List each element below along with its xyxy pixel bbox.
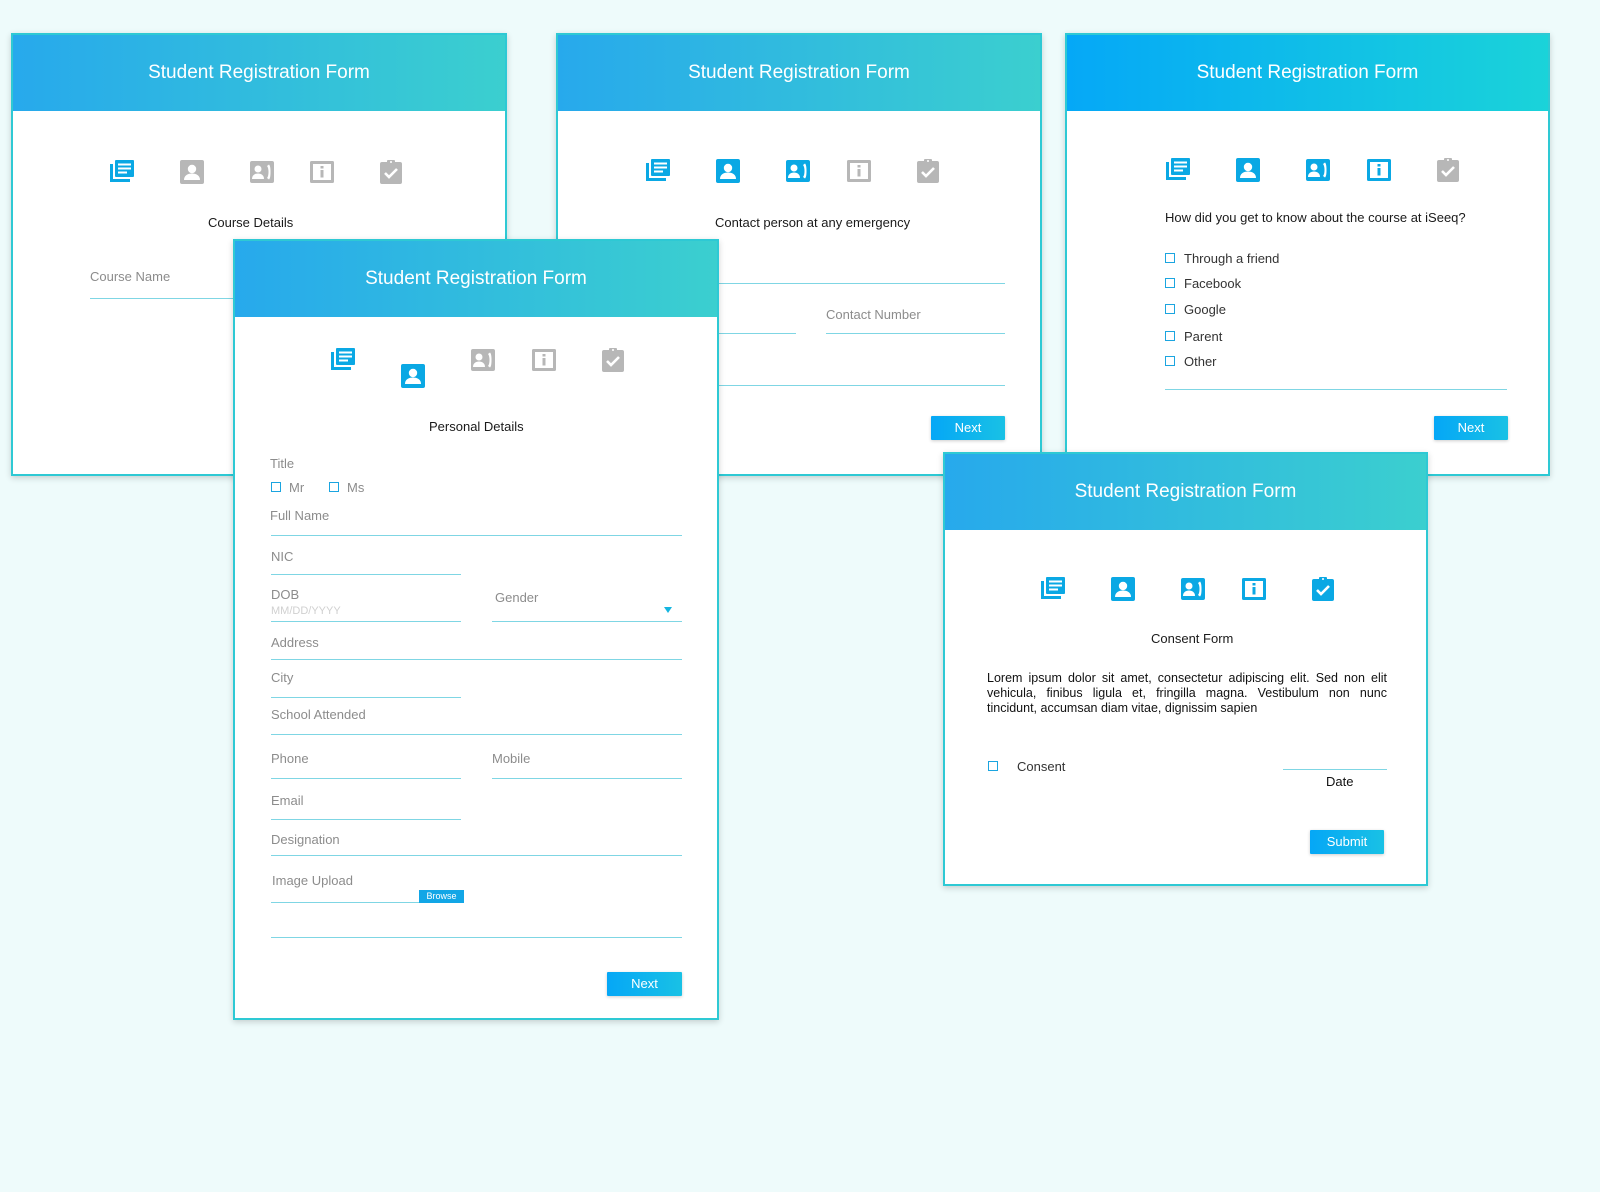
consent-check-icon[interactable]: [1434, 156, 1462, 184]
browse-button[interactable]: Browse: [419, 890, 464, 903]
phone-label: Phone: [271, 751, 309, 766]
contact-person-icon[interactable]: [1304, 156, 1332, 184]
other-input[interactable]: [1165, 389, 1507, 390]
next-button[interactable]: Next: [1434, 416, 1508, 440]
title-label: Title: [270, 456, 295, 471]
dob-underline: [271, 621, 461, 622]
email-label: Email: [271, 793, 304, 808]
option-label: Other: [1184, 354, 1217, 369]
card-referral-source: Student Registration Form How did you ge…: [1065, 33, 1550, 476]
gender-select[interactable]: [492, 621, 682, 622]
mobile-input[interactable]: [492, 778, 682, 779]
info-icon[interactable]: [845, 157, 873, 185]
title-mr-label: Mr: [289, 480, 305, 495]
card-header: Student Registration Form: [235, 241, 717, 317]
step-title: Consent Form: [1151, 631, 1234, 646]
consent-text: Lorem ipsum dolor sit amet, consectetur …: [987, 671, 1387, 715]
chevron-down-icon[interactable]: [664, 607, 672, 613]
consent-check-icon[interactable]: [1309, 575, 1337, 603]
nic-input[interactable]: [271, 574, 461, 575]
personal-details-icon[interactable]: [714, 157, 742, 185]
contact-person-icon[interactable]: [469, 346, 497, 374]
city-label: City: [271, 670, 294, 685]
school-input[interactable]: [271, 734, 682, 735]
info-icon[interactable]: [1365, 156, 1393, 184]
info-icon[interactable]: [308, 158, 336, 186]
image-upload-input[interactable]: [271, 902, 421, 903]
date-label: Date: [1326, 774, 1354, 789]
designation-input[interactable]: [271, 855, 682, 856]
step-title: Personal Details: [429, 419, 524, 434]
title-mr-checkbox[interactable]: [271, 482, 281, 492]
email-input[interactable]: [271, 819, 461, 820]
dob-label: DOB: [271, 587, 300, 602]
consent-checkbox[interactable]: [988, 761, 998, 771]
contact-person-icon[interactable]: [784, 157, 812, 185]
mobile-label: Mobile: [492, 751, 531, 766]
full-name-label: Full Name: [270, 508, 330, 523]
course-name-input[interactable]: [90, 298, 240, 299]
step-title: Contact person at any emergency: [715, 215, 911, 230]
contact-number-input[interactable]: [826, 333, 1005, 334]
personal-details-icon[interactable]: [1109, 575, 1137, 603]
option-checkbox[interactable]: [1165, 253, 1175, 263]
next-button[interactable]: Next: [931, 416, 1005, 440]
step-title: Course Details: [208, 215, 294, 230]
relationship-input[interactable]: [718, 333, 796, 334]
school-label: School Attended: [271, 707, 366, 722]
image-upload-area: [271, 937, 682, 938]
option-checkbox[interactable]: [1165, 356, 1175, 366]
contact-address-input[interactable]: [718, 385, 1005, 386]
option-label: Parent: [1184, 329, 1223, 344]
title-ms-label: Ms: [347, 480, 365, 495]
option-checkbox[interactable]: [1165, 331, 1175, 341]
address-input[interactable]: [271, 659, 682, 660]
date-input[interactable]: [1283, 769, 1387, 770]
contact-name-input[interactable]: [718, 283, 1005, 284]
card-header: Student Registration Form: [13, 35, 505, 111]
card-header: Student Registration Form: [945, 454, 1426, 530]
course-details-icon[interactable]: [1164, 156, 1192, 184]
full-name-input[interactable]: [271, 535, 682, 536]
personal-details-icon[interactable]: [178, 158, 206, 186]
personal-details-icon[interactable]: [399, 362, 427, 390]
address-label: Address: [271, 635, 319, 650]
contact-person-icon[interactable]: [1179, 575, 1207, 603]
image-upload-label: Image Upload: [272, 873, 353, 888]
consent-check-icon[interactable]: [599, 346, 627, 374]
designation-label: Designation: [271, 832, 340, 847]
info-icon[interactable]: [530, 346, 558, 374]
nic-label: NIC: [271, 549, 294, 564]
consent-label: Consent: [1017, 759, 1066, 774]
card-consent-form: Student Registration Form Consent Form L…: [943, 452, 1428, 886]
title-ms-checkbox[interactable]: [329, 482, 339, 492]
card-header: Student Registration Form: [1067, 35, 1548, 111]
contact-person-icon[interactable]: [248, 158, 276, 186]
option-checkbox[interactable]: [1165, 304, 1175, 314]
consent-check-icon[interactable]: [377, 158, 405, 186]
consent-check-icon[interactable]: [914, 157, 942, 185]
referral-question: How did you get to know about the course…: [1165, 210, 1466, 225]
info-icon[interactable]: [1240, 575, 1268, 603]
option-checkbox[interactable]: [1165, 278, 1175, 288]
option-label: Facebook: [1184, 276, 1242, 291]
course-details-icon[interactable]: [108, 158, 136, 186]
option-label: Through a friend: [1184, 251, 1280, 266]
personal-details-icon[interactable]: [1234, 156, 1262, 184]
card-personal-details: Student Registration Form Personal Detai…: [233, 239, 719, 1020]
course-details-icon[interactable]: [1039, 575, 1067, 603]
card-header: Student Registration Form: [558, 35, 1040, 111]
phone-input[interactable]: [271, 778, 461, 779]
option-label: Google: [1184, 302, 1226, 317]
contact-number-label: Contact Number: [826, 307, 921, 322]
gender-label: Gender: [495, 590, 539, 605]
dob-input[interactable]: MM/DD/YYYY: [271, 605, 341, 617]
course-name-label: Course Name: [90, 269, 171, 284]
city-input[interactable]: [271, 697, 461, 698]
next-button[interactable]: Next: [607, 972, 682, 996]
course-details-icon[interactable]: [329, 346, 357, 374]
submit-button[interactable]: Submit: [1310, 830, 1384, 854]
course-details-icon[interactable]: [644, 157, 672, 185]
